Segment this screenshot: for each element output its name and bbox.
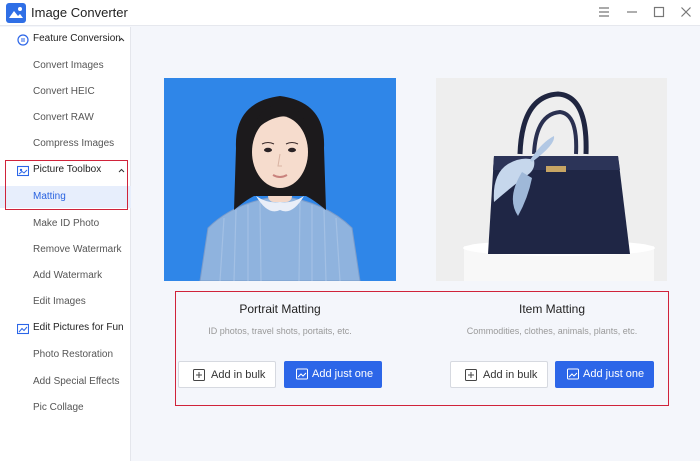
- portrait-add-in-bulk-button[interactable]: Add in bulk: [178, 361, 276, 388]
- portrait-matting-description: ID photos, travel shots, portaits, etc.: [208, 326, 352, 336]
- portrait-matting-title: Portrait Matting: [239, 302, 321, 316]
- item-matting-description: Commodities, clothes, animals, plants, e…: [466, 326, 638, 336]
- close-icon[interactable]: [678, 4, 694, 20]
- section-label: Feature Conversion: [33, 33, 121, 44]
- image-icon: [296, 368, 308, 380]
- chevron-up-icon: [118, 168, 125, 173]
- toolbox-icon: [17, 165, 29, 177]
- menu-icon[interactable]: [596, 4, 612, 20]
- sidebar-section-feature-conversion[interactable]: Feature Conversion: [0, 29, 131, 51]
- sidebar-item-convert-images[interactable]: Convert Images: [0, 55, 131, 77]
- sidebar-item-matting[interactable]: Matting: [0, 186, 131, 208]
- sidebar-item-photo-restoration[interactable]: Photo Restoration: [0, 344, 131, 366]
- sidebar-item-add-watermark[interactable]: Add Watermark: [0, 265, 131, 287]
- convert-icon: [17, 34, 29, 46]
- chevron-up-icon: [118, 37, 125, 42]
- button-label: Add just one: [312, 368, 374, 380]
- sidebar-item-add-special-effects[interactable]: Add Special Effects: [0, 371, 131, 393]
- maximize-icon[interactable]: [651, 4, 667, 20]
- button-label: Add in bulk: [483, 369, 538, 381]
- sidebar-item-pic-collage[interactable]: Pic Collage: [0, 397, 131, 419]
- item-matting-title: Item Matting: [518, 302, 586, 316]
- handbag-image: [463, 91, 655, 281]
- add-bulk-icon: [465, 369, 477, 381]
- section-label: Picture Toolbox: [33, 164, 102, 175]
- image-icon: [567, 368, 579, 380]
- button-label: Add in bulk: [211, 369, 266, 381]
- title-bar: Image Converter: [0, 0, 700, 26]
- app-title: Image Converter: [31, 5, 128, 20]
- sidebar: Feature Conversion Convert Images Conver…: [0, 27, 131, 461]
- app-logo-icon: [6, 3, 26, 23]
- sidebar-item-convert-heic[interactable]: Convert HEIC: [0, 81, 131, 103]
- edit-fun-icon: [17, 323, 29, 335]
- portrait-image: [199, 96, 361, 281]
- portrait-add-just-one-button[interactable]: Add just one: [284, 361, 382, 388]
- sidebar-section-edit-pictures-for-fun[interactable]: Edit Pictures for Fun: [0, 318, 131, 340]
- item-matting-preview: [436, 78, 667, 281]
- sidebar-item-compress-images[interactable]: Compress Images: [0, 133, 131, 155]
- sidebar-item-make-id-photo[interactable]: Make ID Photo: [0, 213, 131, 235]
- portrait-matting-preview: [164, 78, 396, 281]
- sidebar-item-convert-raw[interactable]: Convert RAW: [0, 107, 131, 129]
- section-label: Edit Pictures for Fun: [33, 322, 124, 333]
- minimize-icon[interactable]: [624, 4, 640, 20]
- item-add-just-one-button[interactable]: Add just one: [555, 361, 654, 388]
- sidebar-item-remove-watermark[interactable]: Remove Watermark: [0, 239, 131, 261]
- item-add-in-bulk-button[interactable]: Add in bulk: [450, 361, 548, 388]
- button-label: Add just one: [583, 368, 645, 380]
- add-bulk-icon: [193, 369, 205, 381]
- sidebar-item-edit-images[interactable]: Edit Images: [0, 291, 131, 313]
- sidebar-section-picture-toolbox[interactable]: Picture Toolbox: [0, 160, 131, 182]
